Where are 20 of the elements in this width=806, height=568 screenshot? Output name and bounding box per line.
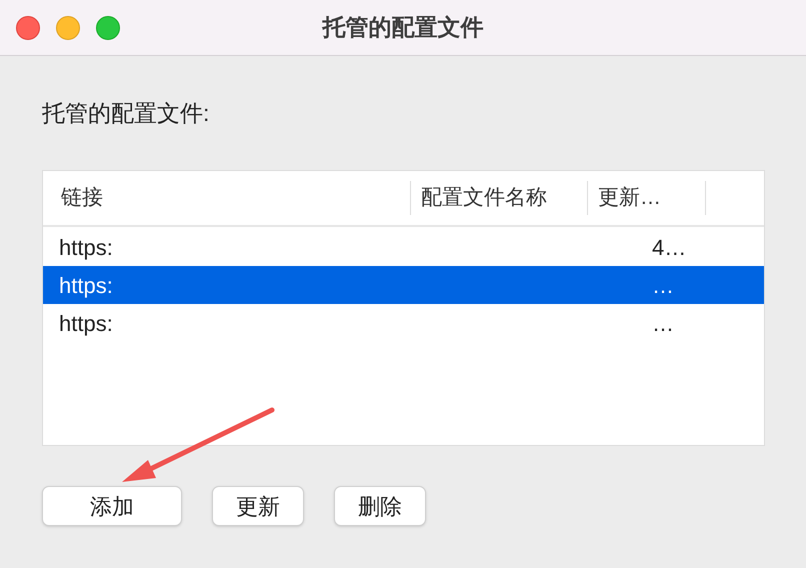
action-button[interactable]: 删除 — [334, 486, 426, 526]
minimize-button[interactable] — [56, 16, 80, 40]
zoom-button[interactable] — [96, 16, 120, 40]
table-row[interactable]: https: 4… — [43, 228, 764, 266]
action-button[interactable]: 添加 — [42, 486, 182, 526]
window-title: 托管的配置文件 — [322, 13, 484, 42]
table-cell-text: https: — [58, 272, 114, 300]
column-header[interactable]: 配置文件名称 — [421, 182, 547, 214]
action-button[interactable]: 更新 — [212, 486, 304, 526]
table-row[interactable]: https: … — [43, 304, 764, 342]
section-heading: 托管的配置文件: — [42, 99, 210, 128]
table-cell-text: https: — [58, 310, 114, 338]
column-header[interactable]: 更新… — [598, 182, 661, 214]
table-cell-text: https: — [58, 234, 114, 262]
table-cell-text: … — [651, 310, 674, 338]
table-row[interactable]: https: … — [43, 266, 764, 304]
table-cell-text: … — [651, 272, 674, 300]
close-button[interactable] — [16, 16, 40, 40]
table-cell-text: 4… — [651, 234, 686, 262]
column-header[interactable]: 链接 — [61, 182, 103, 214]
